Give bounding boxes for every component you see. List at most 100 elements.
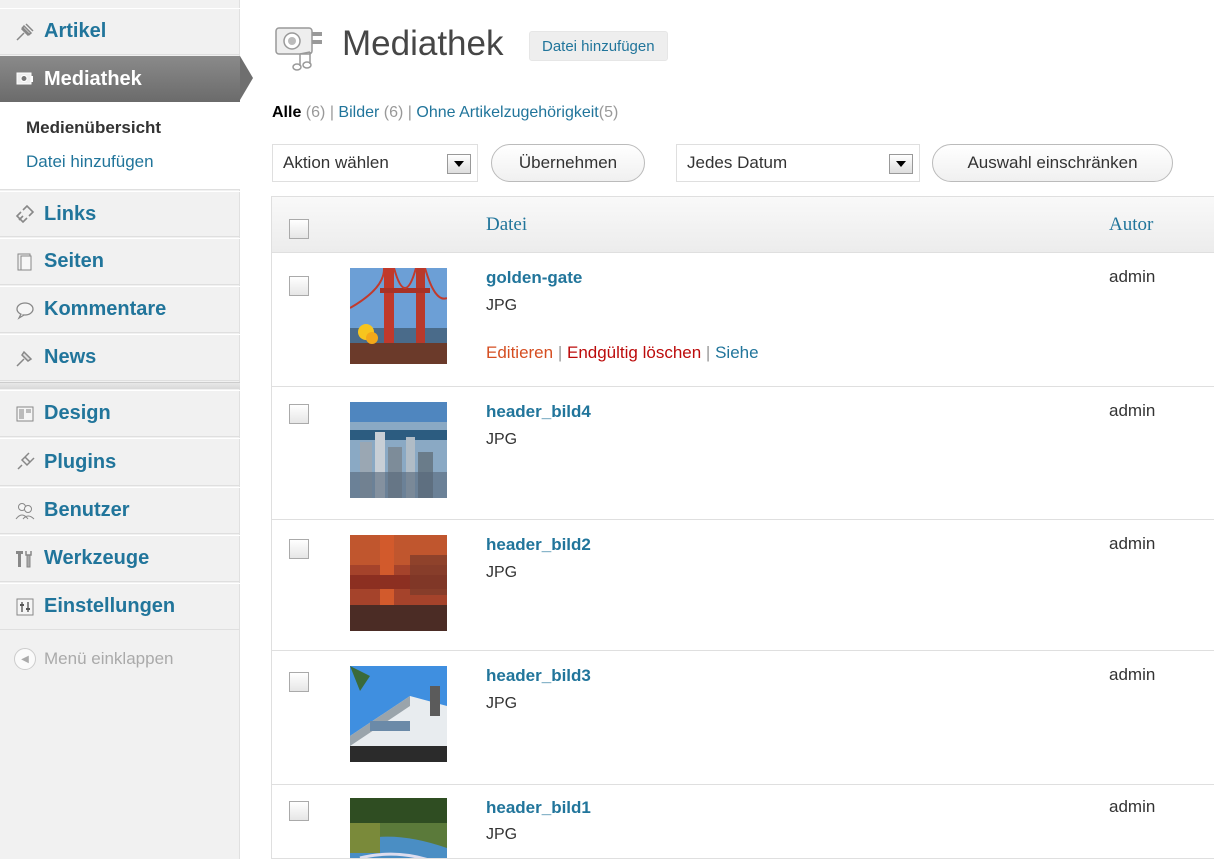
wp-admin-screen: Artikel Mediathek Medienübersicht Datei … bbox=[0, 0, 1214, 859]
table-row: golden-gate JPG Editieren | Endgültig lö… bbox=[272, 254, 1214, 387]
delete-permanently-link[interactable]: Endgültig löschen bbox=[567, 343, 701, 362]
media-thumbnail[interactable] bbox=[350, 798, 447, 858]
sidebar-item-design[interactable]: Design bbox=[0, 390, 240, 437]
column-header-file[interactable]: Datei bbox=[486, 214, 527, 236]
sidebar-item-artikel[interactable]: Artikel bbox=[0, 8, 240, 55]
media-thumbnail[interactable] bbox=[350, 666, 447, 762]
sidebar-item-mediathek[interactable]: Mediathek bbox=[0, 56, 240, 102]
select-all-checkbox[interactable] bbox=[289, 219, 309, 239]
file-type: JPG bbox=[486, 297, 518, 314]
row-checkbox[interactable] bbox=[289, 672, 309, 692]
view-link[interactable]: Siehe bbox=[715, 343, 758, 362]
filter-count: (5) bbox=[598, 104, 619, 121]
table-row: header_bild1 JPG admin bbox=[272, 786, 1214, 858]
menu-separator bbox=[0, 382, 240, 389]
file-type: JPG bbox=[486, 695, 518, 712]
author-cell: admin bbox=[1109, 797, 1156, 816]
file-name-link[interactable]: header_bild4 bbox=[486, 402, 591, 422]
sidebar-item-label: Werkzeuge bbox=[44, 547, 150, 569]
pages-icon bbox=[14, 251, 36, 273]
file-type: JPG bbox=[486, 431, 518, 448]
filter-count: (6) bbox=[383, 104, 404, 121]
mediathek-submenu: Medienübersicht Datei hinzufügen bbox=[0, 102, 240, 190]
author-cell: admin bbox=[1109, 534, 1156, 553]
sidebar-item-label: Mediathek bbox=[44, 67, 142, 90]
author-cell: admin bbox=[1109, 665, 1156, 684]
sidebar-item-label: Einstellungen bbox=[44, 595, 176, 617]
submenu-item-add-file[interactable]: Datei hinzufügen bbox=[26, 152, 154, 172]
add-file-button[interactable]: Datei hinzufügen bbox=[529, 31, 668, 61]
table-row: header_bild2 JPG admin bbox=[272, 521, 1214, 651]
sidebar-item-label: Kommentare bbox=[44, 298, 167, 320]
collapse-menu-button[interactable]: ◀ Menü einklappen bbox=[14, 648, 173, 670]
users-icon bbox=[14, 500, 36, 522]
apply-button[interactable]: Übernehmen bbox=[491, 144, 645, 182]
filter-images[interactable]: Bilder bbox=[338, 104, 379, 121]
sidebar-item-seiten[interactable]: Seiten bbox=[0, 238, 240, 285]
page-title: Mediathek bbox=[342, 24, 504, 63]
sidebar-item-label: Links bbox=[44, 202, 97, 225]
bulk-action-select[interactable]: Aktion wählen bbox=[272, 144, 478, 182]
link-icon bbox=[14, 203, 36, 225]
sidebar-item-label: Benutzer bbox=[44, 499, 130, 521]
file-type: JPG bbox=[486, 826, 518, 843]
filter-all[interactable]: Alle bbox=[272, 104, 301, 121]
file-name-link[interactable]: header_bild2 bbox=[486, 535, 591, 555]
sidebar-item-news[interactable]: News bbox=[0, 334, 240, 381]
file-name-link[interactable]: header_bild3 bbox=[486, 666, 591, 686]
sidebar-item-label: Plugins bbox=[44, 450, 117, 473]
appearance-icon bbox=[14, 403, 36, 425]
file-name-link[interactable]: golden-gate bbox=[486, 268, 582, 288]
media-library-icon bbox=[272, 22, 328, 77]
filter-unattached[interactable]: Ohne Artikelzugehörigkeit bbox=[416, 104, 598, 121]
admin-sidebar: Artikel Mediathek Medienübersicht Datei … bbox=[0, 0, 253, 859]
filter-count: (6) bbox=[305, 104, 326, 121]
pushpin-icon bbox=[14, 347, 36, 369]
sidebar-item-kommentare[interactable]: Kommentare bbox=[0, 286, 240, 333]
sidebar-item-links[interactable]: Links bbox=[0, 191, 240, 237]
sidebar-item-werkzeuge[interactable]: Werkzeuge bbox=[0, 535, 240, 582]
media-thumbnail[interactable] bbox=[350, 535, 447, 631]
sidebar-item-label: Artikel bbox=[44, 20, 107, 42]
pushpin-icon bbox=[14, 21, 36, 43]
tools-icon bbox=[14, 548, 36, 570]
table-header: Datei Autor bbox=[272, 197, 1214, 253]
sidebar-item-plugins[interactable]: Plugins bbox=[0, 438, 240, 486]
media-thumbnail[interactable] bbox=[350, 268, 447, 364]
chevron-down-icon bbox=[447, 154, 471, 174]
author-cell: admin bbox=[1109, 267, 1156, 286]
table-row: header_bild4 JPG admin bbox=[272, 388, 1214, 520]
table-row: header_bild3 JPG admin bbox=[272, 652, 1214, 785]
media-thumbnail[interactable] bbox=[350, 402, 447, 498]
sidebar-item-label: News bbox=[44, 346, 97, 368]
media-icon bbox=[14, 68, 36, 90]
sidebar-item-benutzer[interactable]: Benutzer bbox=[0, 487, 240, 534]
chevron-down-icon bbox=[889, 154, 913, 174]
row-actions: Editieren | Endgültig löschen | Siehe bbox=[486, 343, 759, 362]
active-menu-arrow bbox=[240, 56, 253, 100]
row-checkbox[interactable] bbox=[289, 539, 309, 559]
author-cell: admin bbox=[1109, 401, 1156, 420]
sidebar-item-label: Seiten bbox=[44, 250, 105, 272]
settings-icon bbox=[14, 596, 36, 618]
row-checkbox[interactable] bbox=[289, 801, 309, 821]
submenu-item-library[interactable]: Medienübersicht bbox=[26, 118, 161, 138]
file-type: JPG bbox=[486, 564, 518, 581]
file-name-link[interactable]: header_bild1 bbox=[486, 798, 591, 818]
collapse-menu-label: Menü einklappen bbox=[44, 649, 174, 668]
row-checkbox[interactable] bbox=[289, 276, 309, 296]
plugin-icon bbox=[14, 451, 36, 473]
date-filter-select[interactable]: Jedes Datum bbox=[676, 144, 920, 182]
bulk-action-value: Aktion wählen bbox=[283, 153, 389, 172]
filter-button[interactable]: Auswahl einschränken bbox=[932, 144, 1173, 182]
row-checkbox[interactable] bbox=[289, 404, 309, 424]
date-filter-value: Jedes Datum bbox=[687, 153, 788, 172]
media-filter-links: Alle (6) | Bilder (6) | Ohne Artikelzuge… bbox=[272, 104, 618, 122]
sidebar-item-label: Design bbox=[44, 402, 111, 424]
column-header-author[interactable]: Autor bbox=[1109, 214, 1153, 236]
sidebar-item-einstellungen[interactable]: Einstellungen bbox=[0, 583, 240, 630]
comment-icon bbox=[14, 299, 36, 321]
media-table: Datei Autor golden-gate JPG Editieren | … bbox=[271, 196, 1214, 859]
collapse-arrow-icon: ◀ bbox=[14, 648, 36, 670]
edit-link[interactable]: Editieren bbox=[486, 343, 553, 362]
